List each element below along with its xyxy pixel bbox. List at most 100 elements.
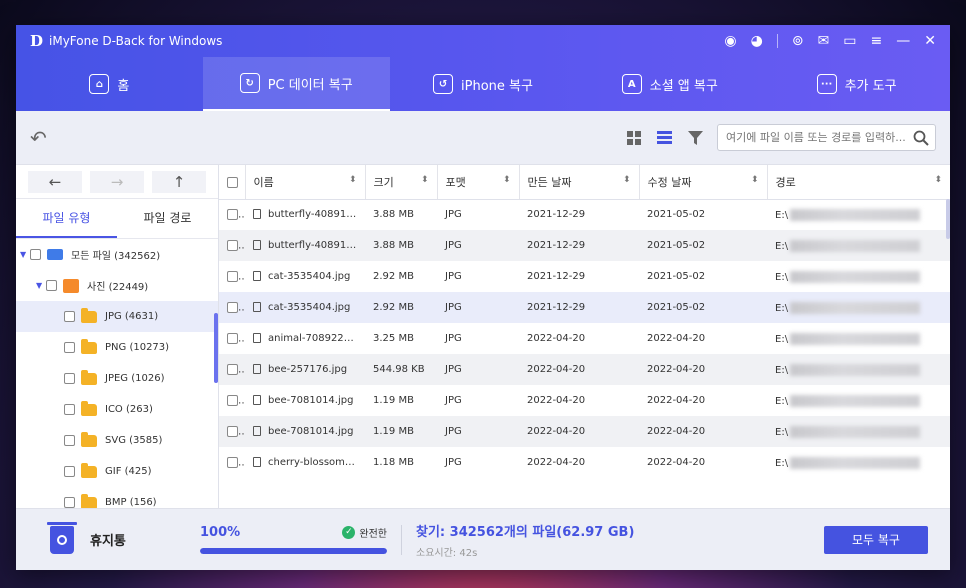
row-checkbox[interactable] (227, 239, 238, 251)
file-name: cat-3535404.jpg (268, 302, 351, 313)
tree-item-svg[interactable]: SVG (3585) (16, 425, 218, 456)
column-header-modified[interactable]: 수정 날짜 ⬍ (639, 165, 768, 200)
column-header-size[interactable]: 크기 ⬍ (365, 165, 438, 200)
row-checkbox[interactable] (227, 456, 238, 468)
sort-icon[interactable]: ⬍ (421, 175, 429, 185)
table-row[interactable]: animal-7089224.jpg 3.25 MB JPG 2022-04-2… (219, 323, 950, 354)
file-format: JPG (445, 395, 462, 406)
column-header-path[interactable]: 경로 ⬍ (767, 165, 950, 200)
file-list-scrollbar[interactable] (946, 199, 950, 239)
table-row[interactable]: butterfly-408919... 3.88 MB JPG 2021-12-… (219, 230, 950, 261)
elapsed-time: 소요시간: 42s (416, 547, 478, 559)
row-checkbox[interactable] (227, 425, 238, 437)
checkbox[interactable] (64, 497, 75, 508)
tree-item-jpeg[interactable]: JPEG (1026) (16, 363, 218, 394)
sidebar-scrollbar[interactable] (214, 313, 218, 383)
undo-icon[interactable]: ↶ (30, 126, 47, 150)
expand-caret-icon[interactable]: ▼ (20, 250, 30, 259)
sort-icon[interactable]: ⬍ (349, 175, 357, 185)
checkbox[interactable] (64, 435, 75, 446)
settings-icon[interactable]: ⊚ (792, 33, 804, 49)
select-all-checkbox[interactable] (227, 176, 238, 188)
table-row[interactable]: bee-7081014.jpg 1.19 MB JPG 2022-04-20 2… (219, 385, 950, 416)
search-icon[interactable] (913, 130, 929, 146)
tree-item-photos[interactable]: ▼ 사진 (22449) (16, 270, 218, 301)
title-bar: D iMyFone D-Back for Windows ◉ ◕ ⊚ ✉ ▭ ≡… (16, 25, 950, 57)
back-arrow-icon[interactable]: ← (28, 170, 82, 193)
tree-item-all-files[interactable]: ▼ 모든 파일 (342562) (16, 239, 218, 270)
modified-date: 2021-05-02 (639, 230, 767, 261)
row-checkbox[interactable] (227, 270, 238, 282)
tab-iphone-recovery[interactable]: ↺ iPhone 복구 (390, 57, 577, 111)
row-checkbox[interactable] (227, 363, 238, 375)
up-arrow-icon[interactable]: ↑ (152, 170, 206, 193)
checkbox[interactable] (64, 404, 75, 415)
table-row[interactable]: bee-7081014.jpg 1.19 MB JPG 2022-04-20 2… (219, 416, 950, 447)
tab-home[interactable]: ⌂ 홈 (16, 57, 203, 111)
sort-icon[interactable]: ⬍ (751, 175, 759, 185)
expand-caret-icon[interactable]: ▼ (36, 281, 46, 290)
created-date: 2021-12-29 (527, 271, 586, 282)
file-type-tree: ▼ 모든 파일 (342562) ▼ 사진 (22449) JPG (4631) (16, 239, 218, 508)
file-size: 2.92 MB (373, 271, 414, 282)
row-checkbox[interactable] (227, 394, 238, 406)
table-row[interactable]: bee-257176.jpg 544.98 KB JPG 2022-04-20 … (219, 354, 950, 385)
tree-item-gif[interactable]: GIF (425) (16, 456, 218, 487)
tab-tools-label: 추가 도구 (844, 78, 897, 94)
title-bar-icons: ◉ ◕ ⊚ ✉ ▭ ≡ — ✕ (724, 33, 936, 49)
close-icon[interactable]: ✕ (924, 33, 936, 49)
checkbox[interactable] (64, 342, 75, 353)
list-view-icon[interactable] (657, 131, 672, 144)
file-path: E:\ (775, 364, 789, 376)
file-format: JPG (437, 230, 519, 261)
column-header-name[interactable]: 이름 ⬍ (245, 165, 366, 200)
tab-social-app-recovery[interactable]: A 소셜 앱 복구 (576, 57, 763, 111)
tree-item-png[interactable]: PNG (10273) (16, 332, 218, 363)
tree-item-bmp[interactable]: BMP (156) (16, 487, 218, 508)
file-list-panel: 이름 ⬍ 크기 ⬍ 포맷 ⬍ 만든 날짜 ⬍ 수정 날짜 ⬍ 경로 ⬍ butterfly-… (219, 165, 950, 508)
recover-all-button[interactable]: 모두 복구 (824, 525, 928, 554)
tab-file-path[interactable]: 파일 경로 (117, 199, 218, 238)
tree-item-jpg[interactable]: JPG (4631) (16, 301, 218, 332)
tree-item-ico[interactable]: ICO (263) (16, 394, 218, 425)
file-icon (253, 209, 261, 220)
created-date: 2021-12-29 (527, 209, 586, 221)
column-header-created[interactable]: 만든 날짜 ⬍ (519, 165, 640, 200)
checkbox[interactable] (64, 311, 75, 322)
grid-view-icon[interactable] (627, 130, 641, 145)
sort-icon[interactable]: ⬍ (503, 175, 511, 185)
blurred-path (790, 208, 921, 221)
sort-icon[interactable]: ⬍ (623, 175, 631, 185)
row-checkbox[interactable] (227, 301, 238, 313)
chat-icon[interactable]: ▭ (843, 33, 856, 49)
table-row[interactable]: cat-3535404.jpg 2.92 MB JPG 2021-12-29 2… (219, 261, 950, 292)
blurred-path (790, 456, 921, 469)
minimize-icon[interactable]: — (896, 33, 910, 49)
select-all-header[interactable] (219, 165, 246, 200)
forward-arrow-icon[interactable]: → (90, 170, 144, 193)
mail-icon[interactable]: ✉ (818, 33, 830, 49)
checkbox[interactable] (46, 280, 57, 291)
sort-icon[interactable]: ⬍ (934, 175, 942, 185)
discord-icon[interactable]: ◕ (751, 33, 763, 49)
search-input[interactable] (726, 131, 913, 144)
trash-button[interactable]: 휴지통 (47, 521, 160, 554)
file-size: 3.88 MB (373, 209, 414, 221)
menu-icon[interactable]: ≡ (871, 33, 883, 49)
tab-pc-data-recovery[interactable]: ↻ PC 데이터 복구 (202, 57, 390, 111)
tab-more-tools[interactable]: ··· 추가 도구 (763, 57, 950, 111)
row-checkbox[interactable] (227, 209, 238, 220)
filter-icon[interactable] (688, 130, 703, 145)
tab-file-type[interactable]: 파일 유형 (16, 199, 117, 238)
column-header-format[interactable]: 포맷 ⬍ (437, 165, 520, 200)
table-row[interactable]: butterfly-408919... 3.88 MB JPG 2021-12-… (219, 199, 950, 230)
created-date: 2022-04-20 (527, 457, 586, 468)
account-icon[interactable]: ◉ (724, 33, 736, 49)
checkbox[interactable] (30, 249, 41, 260)
checkbox[interactable] (64, 373, 75, 384)
table-row[interactable]: cat-3535404.jpg 2.92 MB JPG 2021-12-29 2… (219, 292, 950, 323)
file-size: 3.88 MB (365, 230, 437, 261)
checkbox[interactable] (64, 466, 75, 477)
table-row[interactable]: cherry-blossom-1... 1.18 MB JPG 2022-04-… (219, 447, 950, 478)
row-checkbox[interactable] (227, 332, 238, 344)
